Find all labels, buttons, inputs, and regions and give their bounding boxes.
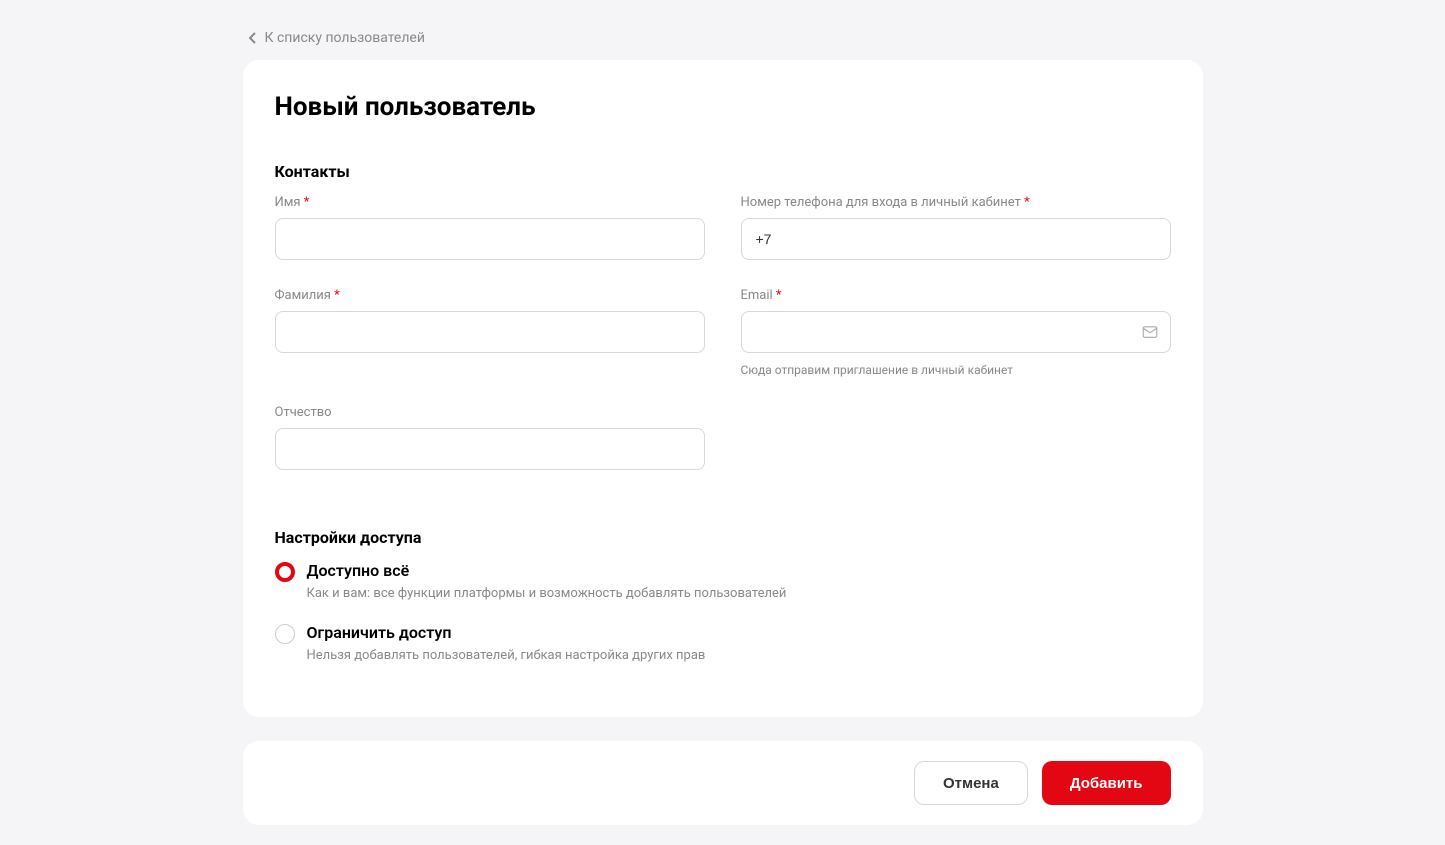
phone-input[interactable] <box>741 218 1171 260</box>
last-name-label: Фамилия * <box>275 288 705 303</box>
first-name-label: Имя * <box>275 195 705 210</box>
email-help-text: Сюда отправим приглашение в личный кабин… <box>741 363 1171 377</box>
last-name-input[interactable] <box>275 311 705 353</box>
access-option-label: Ограничить доступ <box>307 623 1171 642</box>
access-option-restricted[interactable]: Ограничить доступ Нельзя добавлять польз… <box>275 623 1171 663</box>
back-link[interactable]: К списку пользователей <box>249 20 425 60</box>
radio-icon <box>275 624 295 644</box>
form-card: Новый пользователь Контакты Имя * Номер … <box>243 60 1203 717</box>
radio-icon <box>275 562 295 582</box>
required-mark: * <box>1024 195 1030 210</box>
submit-button[interactable]: Добавить <box>1042 761 1171 805</box>
middle-name-input[interactable] <box>275 428 705 470</box>
access-section-title: Настройки доступа <box>275 528 1171 547</box>
footer-bar: Отмена Добавить <box>243 741 1203 825</box>
page-title: Новый пользователь <box>275 92 1171 122</box>
mail-icon <box>1141 323 1159 341</box>
access-option-desc: Нельзя добавлять пользователей, гибкая н… <box>307 648 1171 663</box>
access-option-all[interactable]: Доступно всё Как и вам: все функции плат… <box>275 561 1171 601</box>
middle-name-label: Отчество <box>275 405 705 420</box>
required-mark: * <box>334 288 340 303</box>
cancel-button[interactable]: Отмена <box>914 761 1028 805</box>
contacts-section-title: Контакты <box>275 162 1171 181</box>
access-option-desc: Как и вам: все функции платформы и возмо… <box>307 586 1171 601</box>
required-mark: * <box>776 288 782 303</box>
back-link-label: К списку пользователей <box>265 30 425 46</box>
required-mark: * <box>304 195 310 210</box>
email-label: Email * <box>741 288 1171 303</box>
chevron-left-icon <box>249 32 257 44</box>
email-input[interactable] <box>741 311 1171 353</box>
access-option-label: Доступно всё <box>307 561 1171 580</box>
first-name-input[interactable] <box>275 218 705 260</box>
phone-label: Номер телефона для входа в личный кабине… <box>741 195 1171 210</box>
